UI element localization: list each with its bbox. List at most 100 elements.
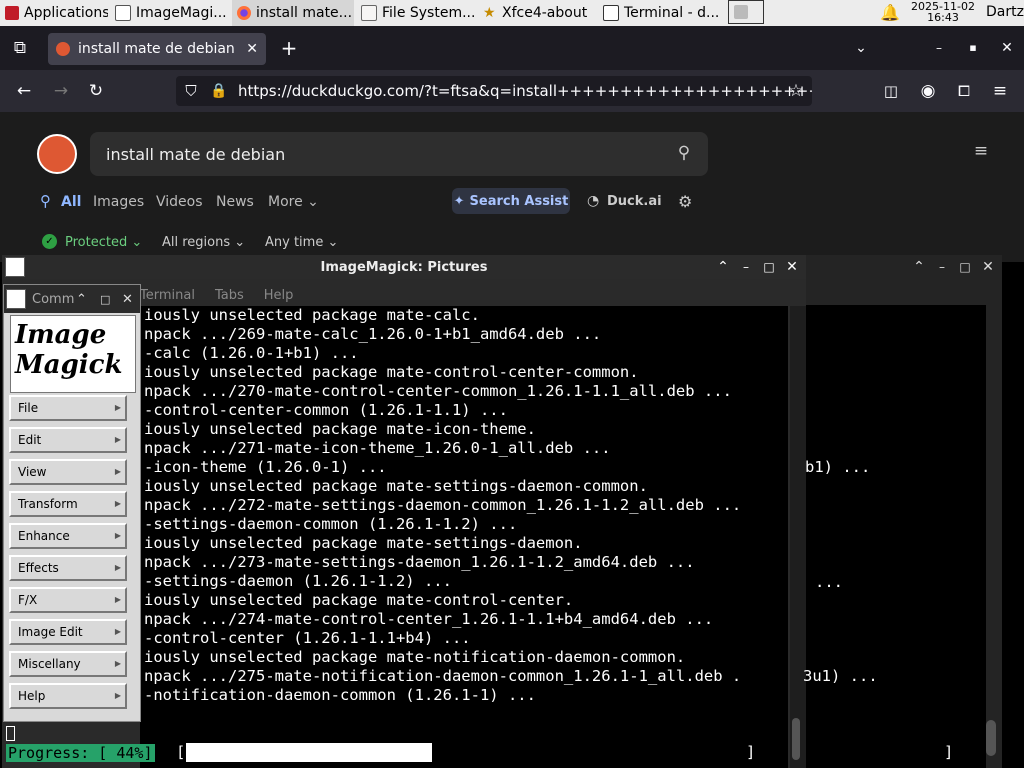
terminal-scrollbar-thumb[interactable]: [792, 718, 800, 760]
terminal-back-scrollbar[interactable]: [986, 720, 996, 756]
commander-menu-transform-button[interactable]: Transform ▶: [9, 491, 127, 517]
firefox-view-icon[interactable]: ⧉: [9, 38, 31, 58]
shade-commander-icon[interactable]: ⌃: [76, 292, 87, 307]
close-browser-icon[interactable]: ✕: [996, 38, 1018, 58]
submenu-arrow-icon: ▶: [114, 435, 121, 444]
terminal-line: -settings-daemon (1.26.1-1.2) ...: [144, 572, 452, 590]
minimize-browser-icon[interactable]: –: [928, 38, 950, 58]
terminal-back-fragment: 3u1) ...: [803, 667, 878, 685]
progress-close-bracket-back: ]: [944, 743, 954, 761]
protected-filter[interactable]: Protected ⌄: [65, 235, 142, 250]
lock-icon[interactable]: 🔒: [208, 81, 230, 101]
tab-more[interactable]: More ⌄: [268, 194, 319, 210]
task-firefox[interactable]: install mate...: [232, 0, 354, 26]
terminal-line: iously unselected package mate-control-c…: [144, 591, 574, 609]
pocket-icon[interactable]: ◫: [880, 81, 902, 101]
applications-menu[interactable]: Applications: [0, 0, 108, 26]
commander-menu-f-x-button[interactable]: F/X ▶: [9, 587, 127, 613]
shield-icon[interactable]: ⛉: [180, 81, 202, 101]
bookmark-star-icon[interactable]: ☆: [785, 81, 807, 101]
duck-ai-link[interactable]: Duck.ai: [607, 194, 662, 209]
terminal-line: npack .../271-mate-icon-theme_1.26.0-1_a…: [144, 439, 611, 457]
commander-menu-miscellany-button[interactable]: Miscellany ▶: [9, 651, 127, 677]
forward-icon[interactable]: →: [50, 81, 72, 101]
close-terminal-icon[interactable]: ✕: [977, 257, 999, 277]
maximize-commander-icon[interactable]: □: [100, 293, 110, 306]
region-filter[interactable]: All regions ⌄: [162, 235, 245, 250]
terminal-line: iously unselected package mate-settings-…: [144, 477, 648, 495]
list-tabs-icon[interactable]: ⌄: [850, 38, 872, 58]
terminal-back-output[interactable]: [806, 305, 986, 768]
imagemagick-titlebar[interactable]: ImageMagick: Pictures: [2, 255, 806, 279]
task-xfce4-about[interactable]: ★ Xfce4-about: [478, 0, 596, 26]
tab-all[interactable]: All: [61, 194, 81, 210]
shade-im-window-icon[interactable]: ⌃: [712, 257, 734, 277]
commander-menu-effects-button[interactable]: Effects ▶: [9, 555, 127, 581]
terminal-window-back[interactable]: [806, 255, 1002, 768]
back-icon[interactable]: ←: [13, 81, 35, 101]
minimize-terminal-icon[interactable]: –: [931, 257, 953, 277]
commander-titlebar[interactable]: Comm ⌃ □ ✕: [4, 285, 140, 313]
terminal-line: npack .../270-mate-control-center-common…: [144, 382, 732, 400]
star-icon: ★: [483, 5, 496, 21]
hamburger-menu-icon[interactable]: ≡: [970, 141, 992, 161]
commander-menu-edit-button[interactable]: Edit ▶: [9, 427, 127, 453]
search-icon[interactable]: ⚲: [673, 143, 695, 163]
terminal-icon: [603, 5, 619, 21]
url-bar[interactable]: https://duckduckgo.com/?t=ftsa&q=install…: [176, 76, 812, 106]
commander-menu-enhance-button[interactable]: Enhance ▶: [9, 523, 127, 549]
reload-icon[interactable]: ↻: [85, 81, 107, 101]
account-icon[interactable]: ◉: [917, 81, 939, 101]
imagemagick-window-icon[interactable]: [5, 257, 25, 277]
settings-gear-icon[interactable]: ⚙: [678, 192, 692, 211]
protected-check-icon: ✓: [42, 234, 57, 249]
time-filter[interactable]: Any time ⌄: [265, 235, 338, 250]
tab-news[interactable]: News: [216, 194, 254, 210]
minimize-im-window-icon[interactable]: –: [735, 257, 757, 277]
duckduckgo-logo-icon[interactable]: [37, 134, 77, 174]
maximize-browser-icon[interactable]: ▪: [962, 38, 984, 58]
terminal-line: iously unselected package mate-icon-them…: [144, 420, 536, 438]
terminal-menu: Terminal Tabs Help: [140, 288, 293, 303]
close-commander-icon[interactable]: ✕: [122, 292, 133, 307]
extensions-icon[interactable]: ⧠: [953, 81, 975, 101]
task-file-system[interactable]: File System...: [356, 0, 476, 26]
browser-tab[interactable]: install mate de debian at ✕: [48, 33, 266, 65]
search-assist-button[interactable]: ✦ Search Assist: [452, 188, 570, 214]
user-name[interactable]: Dartz: [986, 4, 1024, 20]
commander-menu-image-edit-button[interactable]: Image Edit ▶: [9, 619, 127, 645]
terminal-line: -calc (1.26.0-1+b1) ...: [144, 344, 359, 362]
submenu-arrow-icon: ▶: [114, 659, 121, 668]
terminal-line: npack .../272-mate-settings-daemon-commo…: [144, 496, 742, 514]
terminal-line: npack .../274-mate-control-center_1.26.1…: [144, 610, 714, 628]
shade-window-icon[interactable]: ⌃: [908, 257, 930, 277]
terminal-back-fragment: ...: [815, 573, 843, 591]
firefox-icon: [237, 6, 251, 20]
menu-terminal[interactable]: Terminal: [140, 288, 195, 303]
terminal-line: -control-center-common (1.26.1-1.1) ...: [144, 401, 508, 419]
app-menu-icon[interactable]: ≡: [989, 81, 1011, 101]
submenu-arrow-icon: ▶: [114, 467, 121, 476]
bell-icon[interactable]: 🔔: [880, 3, 900, 22]
close-tab-icon[interactable]: ✕: [246, 41, 258, 57]
task-imagemagick[interactable]: ImageMagi...: [110, 0, 230, 26]
terminal-scrollbar-track[interactable]: [790, 306, 806, 768]
commander-menu-view-button[interactable]: View ▶: [9, 459, 127, 485]
tab-videos[interactable]: Videos: [156, 194, 203, 210]
clock[interactable]: 2025-11-02 16:43: [908, 1, 978, 23]
menu-help[interactable]: Help: [264, 288, 294, 303]
sparkle-icon: ✦: [453, 193, 465, 209]
task-terminal[interactable]: Terminal - d...: [598, 0, 722, 26]
imagemagick-logo: Image Magick: [10, 315, 136, 393]
maximize-im-window-icon[interactable]: □: [758, 257, 780, 277]
maximize-terminal-icon[interactable]: □: [954, 257, 976, 277]
terminal-line: iously unselected package mate-calc.: [144, 306, 480, 324]
menu-tabs[interactable]: Tabs: [215, 288, 244, 303]
new-tab-icon[interactable]: +: [278, 38, 300, 58]
search-input[interactable]: install mate de debian: [90, 132, 708, 176]
tab-images[interactable]: Images: [93, 194, 144, 210]
close-im-window-icon[interactable]: ✕: [781, 257, 803, 277]
commander-menu-help-button[interactable]: Help ▶: [9, 683, 127, 709]
commander-menu-file-button[interactable]: File ▶: [9, 395, 127, 421]
workspace-switcher[interactable]: [728, 0, 764, 24]
